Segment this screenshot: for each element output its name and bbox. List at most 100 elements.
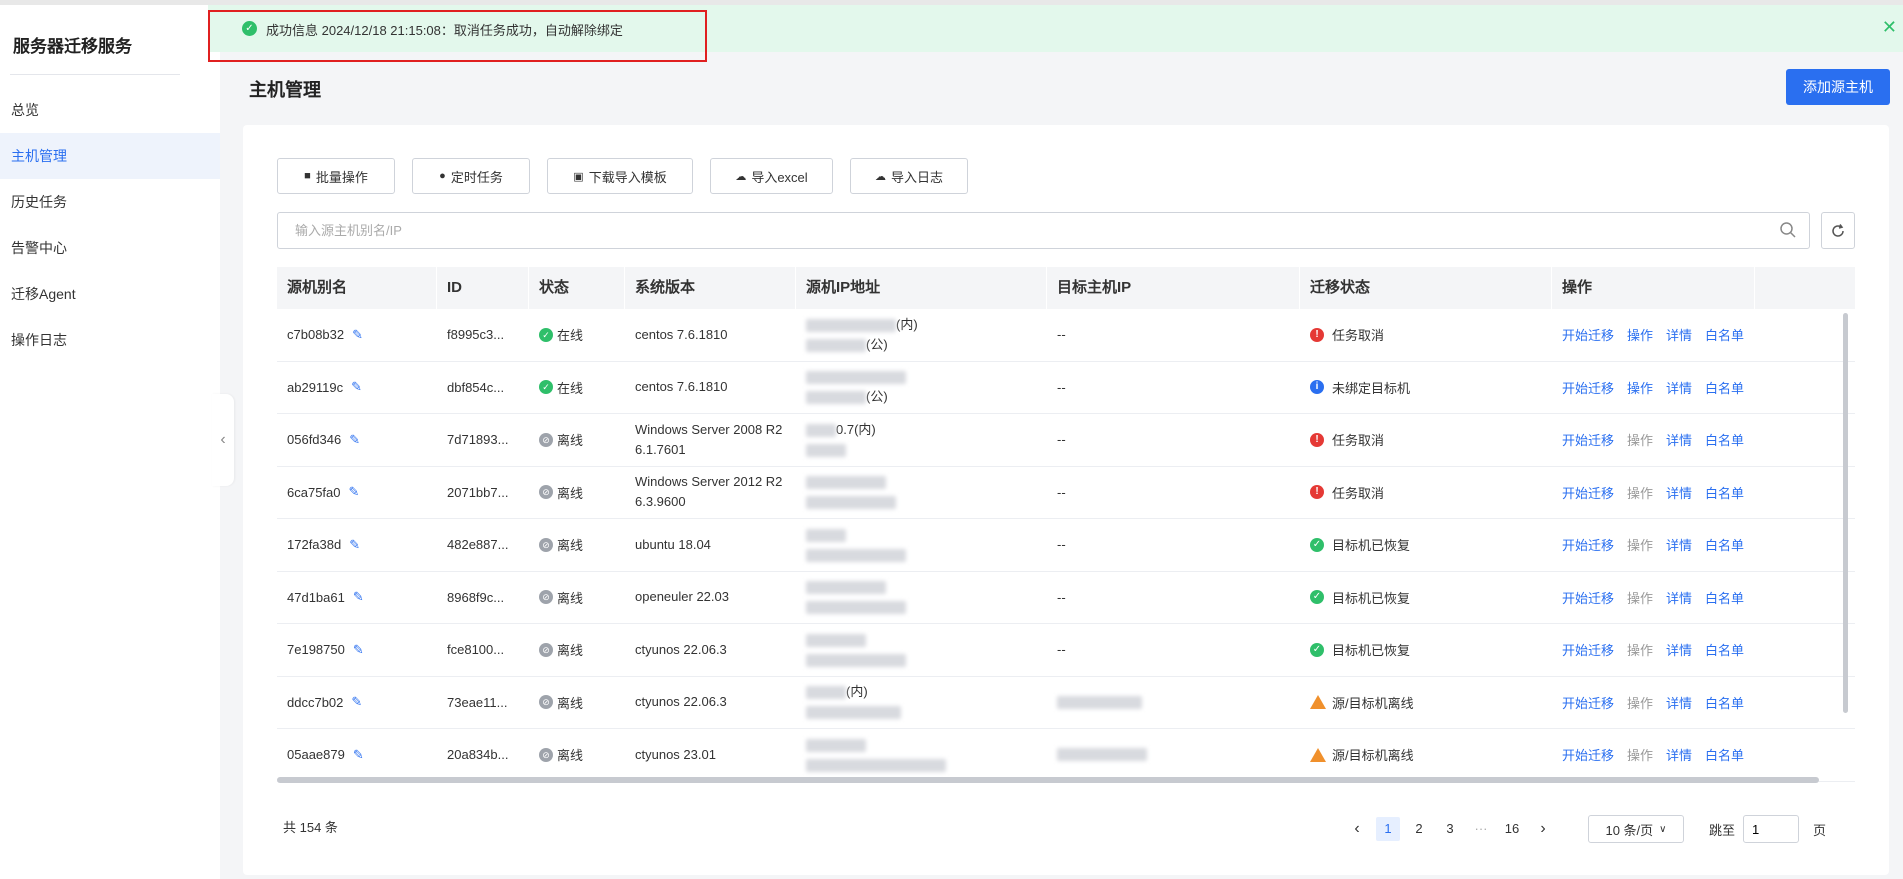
start-migration-link[interactable]: 开始迁移 <box>1562 430 1614 449</box>
page-3-button[interactable]: 3 <box>1438 817 1462 841</box>
edit-icon[interactable]: ✎ <box>351 694 362 710</box>
migration-status-cell: ! 任务取消 <box>1300 414 1552 466</box>
page-ellipsis[interactable]: ··· <box>1469 817 1493 841</box>
offline-icon: ⊘ <box>539 590 553 605</box>
whitelist-link[interactable]: 白名单 <box>1705 588 1744 607</box>
whitelist-link[interactable]: 白名单 <box>1705 378 1744 397</box>
sidebar-item-migration-agent[interactable]: 迁移Agent <box>0 271 220 317</box>
refresh-button[interactable] <box>1821 212 1855 249</box>
details-link[interactable]: 详情 <box>1666 378 1692 397</box>
target-ip-value: -- <box>1057 432 1066 448</box>
operation-link[interactable]: 操作 <box>1627 745 1653 764</box>
edit-icon[interactable]: ✎ <box>353 642 364 658</box>
status-cell: ⊘ 离线 <box>529 729 625 781</box>
horizontal-scrollbar[interactable] <box>277 777 1819 783</box>
operation-link[interactable]: 操作 <box>1627 325 1653 344</box>
vertical-scrollbar[interactable] <box>1843 313 1848 713</box>
migration-status-cell: 源/目标机离线 <box>1300 677 1552 729</box>
warning-icon <box>1310 747 1326 762</box>
batch-operation-button[interactable]: ■ 批量操作 <box>277 158 395 194</box>
start-migration-link[interactable]: 开始迁移 <box>1562 535 1614 554</box>
page-size-select[interactable]: 10 条/页 ∨ <box>1588 815 1684 843</box>
migration-status-text: 目标机已恢复 <box>1332 643 1411 659</box>
details-link[interactable]: 详情 <box>1666 588 1692 607</box>
redacted-ip <box>806 496 896 510</box>
operation-link[interactable]: 操作 <box>1627 378 1653 397</box>
details-link[interactable]: 详情 <box>1666 483 1692 502</box>
search-icon[interactable] <box>1779 221 1797 239</box>
migration-status-cell: ! 任务取消 <box>1300 467 1552 519</box>
operation-link[interactable]: 操作 <box>1627 483 1653 502</box>
start-migration-link[interactable]: 开始迁移 <box>1562 325 1614 344</box>
start-migration-link[interactable]: 开始迁移 <box>1562 640 1614 659</box>
next-page-button[interactable]: › <box>1531 817 1555 841</box>
status-cell: ⊘ 离线 <box>529 572 625 624</box>
download-template-label: 下载导入模板 <box>588 169 667 185</box>
sidebar-item-host-management[interactable]: 主机管理 <box>0 133 220 179</box>
redacted-ip <box>806 391 866 405</box>
source-ip-cell <box>796 572 1047 624</box>
source-ip-public <box>806 650 906 670</box>
edit-icon[interactable]: ✎ <box>349 537 360 553</box>
edit-icon[interactable]: ✎ <box>349 432 360 448</box>
source-ip-public <box>806 702 901 722</box>
edit-icon[interactable]: ✎ <box>349 484 360 500</box>
header-source-ip: 源机IP地址 <box>796 267 1047 309</box>
add-source-host-button[interactable]: 添加源主机 <box>1786 69 1890 105</box>
whitelist-link[interactable]: 白名单 <box>1705 483 1744 502</box>
edit-icon[interactable]: ✎ <box>352 327 363 343</box>
whitelist-link[interactable]: 白名单 <box>1705 430 1744 449</box>
edit-icon[interactable]: ✎ <box>353 589 364 605</box>
search-input[interactable] <box>278 213 1768 248</box>
sidebar-item-overview[interactable]: 总览 <box>0 87 220 133</box>
source-ip-public <box>806 597 906 617</box>
operation-link[interactable]: 操作 <box>1627 588 1653 607</box>
operation-link[interactable]: 操作 <box>1627 640 1653 659</box>
prev-page-button[interactable]: ‹ <box>1345 817 1369 841</box>
sidebar-item-alert-center[interactable]: 告警中心 <box>0 225 220 271</box>
sidebar-collapse-button[interactable]: ‹ <box>212 394 234 486</box>
status-cell: ⊘ 离线 <box>529 519 625 571</box>
page-2-button[interactable]: 2 <box>1407 817 1431 841</box>
whitelist-link[interactable]: 白名单 <box>1705 693 1744 712</box>
operation-link[interactable]: 操作 <box>1627 535 1653 554</box>
id-cell: 7d71893... <box>447 432 509 448</box>
details-link[interactable]: 详情 <box>1666 325 1692 344</box>
start-migration-link[interactable]: 开始迁移 <box>1562 588 1614 607</box>
close-icon[interactable]: ✕ <box>1882 17 1897 38</box>
edit-icon[interactable]: ✎ <box>353 747 364 763</box>
batch-operation-label: 批量操作 <box>315 169 368 185</box>
whitelist-link[interactable]: 白名单 <box>1705 535 1744 554</box>
start-migration-link[interactable]: 开始迁移 <box>1562 693 1614 712</box>
error-icon: ! <box>1310 432 1324 447</box>
jump-page-input[interactable] <box>1743 815 1800 843</box>
start-migration-link[interactable]: 开始迁移 <box>1562 378 1614 397</box>
details-link[interactable]: 详情 <box>1666 535 1692 554</box>
chevron-left-icon: ‹ <box>220 431 226 448</box>
sidebar-item-operation-log[interactable]: 操作日志 <box>0 317 220 363</box>
whitelist-link[interactable]: 白名单 <box>1705 640 1744 659</box>
details-link[interactable]: 详情 <box>1666 430 1692 449</box>
table-row: 47d1ba61 ✎ 8968f9c... ⊘ 离线 openeuler 22.03 -- ✓… <box>277 572 1855 624</box>
page-1-button[interactable]: 1 <box>1376 817 1400 841</box>
details-link[interactable]: 详情 <box>1666 640 1692 659</box>
id-cell: 8968f9c... <box>447 589 505 605</box>
status-text: 离线 <box>557 485 584 501</box>
edit-icon[interactable]: ✎ <box>351 379 362 395</box>
sidebar-item-history-tasks[interactable]: 历史任务 <box>0 179 220 225</box>
details-link[interactable]: 详情 <box>1666 693 1692 712</box>
offline-icon: ⊘ <box>539 695 553 710</box>
whitelist-link[interactable]: 白名单 <box>1705 325 1744 344</box>
import-excel-button[interactable]: ☁ 导入excel <box>710 158 833 194</box>
start-migration-link[interactable]: 开始迁移 <box>1562 745 1614 764</box>
scheduled-task-button[interactable]: ● 定时任务 <box>412 158 530 194</box>
whitelist-link[interactable]: 白名单 <box>1705 745 1744 764</box>
page-16-button[interactable]: 16 <box>1500 817 1524 841</box>
details-link[interactable]: 详情 <box>1666 745 1692 764</box>
download-template-button[interactable]: ▣ 下载导入模板 <box>547 158 693 194</box>
status-cell: ⊘ 离线 <box>529 624 625 676</box>
operation-link[interactable]: 操作 <box>1627 693 1653 712</box>
import-log-button[interactable]: ☁ 导入日志 <box>850 158 968 194</box>
start-migration-link[interactable]: 开始迁移 <box>1562 483 1614 502</box>
operation-link[interactable]: 操作 <box>1627 430 1653 449</box>
